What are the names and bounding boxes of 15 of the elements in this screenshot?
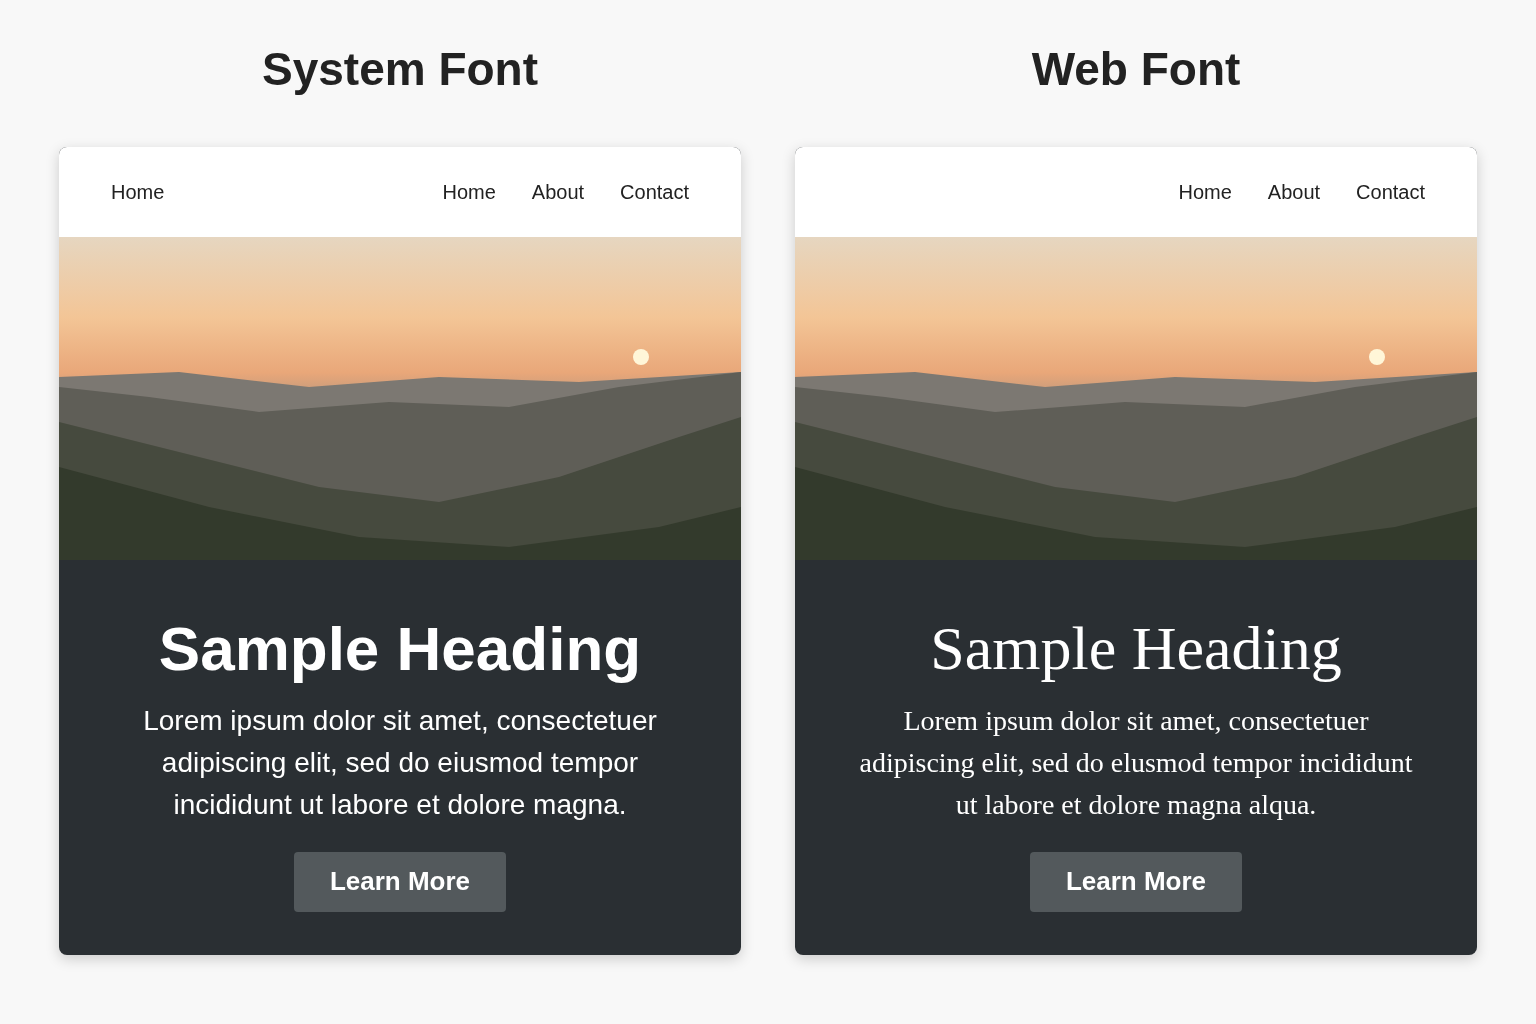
sample-heading: Sample Heading [158, 613, 642, 685]
body-paragraph: Lorem ipsum dolor sit amet, consectetuer adipiscing elit, sed do elusmod tempor incididunt ut labore et dolore magna alqua. [858, 703, 1414, 822]
nav-link[interactable]: Contact [1356, 177, 1425, 207]
sample-heading: Sample Heading [930, 613, 1342, 684]
nav-link[interactable]: Contact [620, 177, 689, 207]
learn-more-button[interactable]: Learn More [1029, 851, 1243, 912]
panel-title: Web Font [1031, 42, 1241, 97]
panel-title: System Font [261, 42, 538, 97]
nav-link[interactable]: About [1267, 177, 1321, 207]
nav-link[interactable]: Home [442, 177, 496, 207]
learn-more-button[interactable]: Learn More [293, 851, 507, 912]
nav-link[interactable]: About [531, 177, 585, 207]
body-paragraph: Lorem ipsum dolor sit amet, consectetuer adipiscing elit, sed do eiusmod tempor incididunt ut labore et dolore magna. [142, 703, 658, 822]
brand-link[interactable]: Home [111, 177, 165, 207]
nav-link[interactable]: Home [1178, 177, 1232, 207]
